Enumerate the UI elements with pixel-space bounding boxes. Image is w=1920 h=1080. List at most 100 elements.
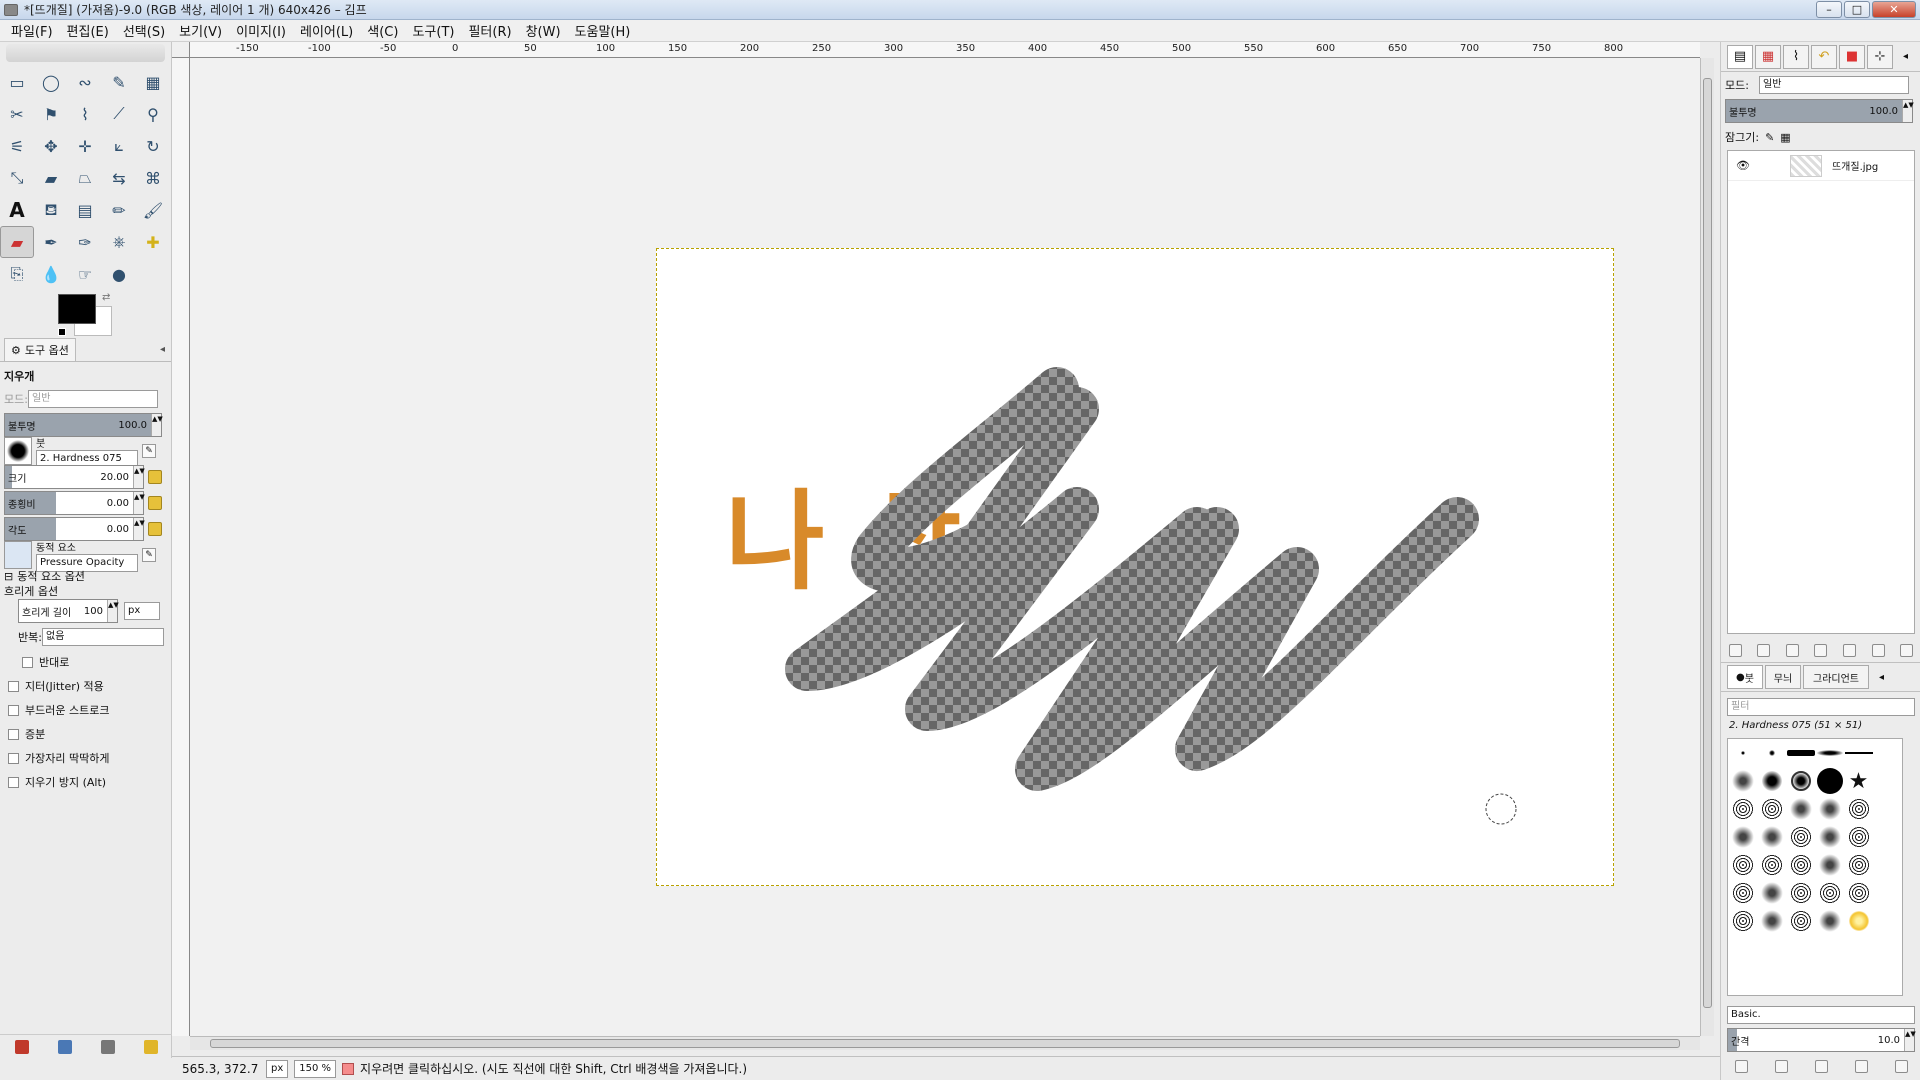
rotate-icon[interactable]: ↻ xyxy=(136,130,170,162)
rect-select-icon[interactable]: ▭ xyxy=(0,66,34,98)
vertical-scroll-thumb[interactable] xyxy=(1703,78,1712,1008)
crop-icon[interactable]: ⟀ xyxy=(102,130,136,162)
paintbrush-icon[interactable]: 🖌 xyxy=(136,194,170,226)
text-tool-icon[interactable]: A xyxy=(0,194,34,226)
aspect-slider[interactable]: 종횡비 0.00 ▲▼ xyxy=(4,491,145,515)
cage-transform-icon[interactable]: ⌘ xyxy=(136,162,170,194)
channels-tab-icon[interactable]: ▦ xyxy=(1755,44,1781,69)
brush-filter-input[interactable]: 필터 xyxy=(1727,698,1915,716)
smooth-row[interactable]: 부드러운 스트로크 xyxy=(0,698,171,722)
scale-icon[interactable]: ⤡ xyxy=(0,162,34,194)
fade-length-slider[interactable]: 흐리게 길이 100 ▲▼ xyxy=(18,599,119,623)
horizontal-scroll-thumb[interactable] xyxy=(210,1039,1680,1048)
maximize-button[interactable]: □ xyxy=(1844,1,1870,18)
new-group-icon[interactable] xyxy=(1757,643,1771,657)
lower-layer-icon[interactable] xyxy=(1814,643,1828,657)
airbrush-icon[interactable]: ✒ xyxy=(34,226,68,258)
layer-row[interactable]: 👁 뜨개질.jpg xyxy=(1728,151,1914,181)
scissors-icon[interactable]: ✂ xyxy=(0,98,34,130)
menu-filters[interactable]: 필터(R) xyxy=(461,21,518,40)
paths-icon[interactable]: ⌇ xyxy=(68,98,102,130)
clone-icon[interactable]: ⎈ xyxy=(102,226,136,258)
edit-dynamics-icon[interactable]: ✎ xyxy=(142,548,156,562)
edit-brush-icon-dock[interactable] xyxy=(1734,1059,1748,1073)
size-spinner[interactable]: ▲▼ xyxy=(133,466,145,488)
bucket-fill-icon[interactable]: ⛾ xyxy=(34,194,68,226)
repeat-select[interactable]: 없음 xyxy=(42,628,164,646)
duplicate-brush-icon[interactable] xyxy=(1814,1059,1828,1073)
delete-layer-icon[interactable] xyxy=(1900,643,1914,657)
opacity-spinner[interactable]: ▲▼ xyxy=(151,414,163,436)
vertical-scrollbar[interactable] xyxy=(1700,58,1714,1036)
brushes-tab[interactable]: ● 붓 xyxy=(1727,665,1763,689)
close-button[interactable]: ✕ xyxy=(1872,1,1916,18)
spacing-spinner[interactable]: ▲▼ xyxy=(1904,1029,1916,1051)
ellipse-select-icon[interactable]: ◯ xyxy=(34,66,68,98)
smooth-checkbox[interactable] xyxy=(8,704,19,716)
reset-options-icon[interactable] xyxy=(143,1039,158,1054)
jitter-checkbox[interactable] xyxy=(8,680,19,692)
restore-options-icon[interactable] xyxy=(57,1039,72,1054)
menu-help[interactable]: 도움말(H) xyxy=(568,21,638,40)
delete-options-icon[interactable] xyxy=(100,1039,115,1054)
opacity-slider[interactable]: 불투명 100.0 ▲▼ xyxy=(4,413,163,437)
blend-icon[interactable]: ▤ xyxy=(68,194,102,226)
perspective-icon[interactable]: ⏢ xyxy=(68,162,102,194)
smudge-icon[interactable]: ☞ xyxy=(68,258,102,290)
gradients-tab[interactable]: 그라디언트 xyxy=(1803,665,1869,689)
edit-brush-icon[interactable]: ✎ xyxy=(142,444,156,458)
heal-icon[interactable]: ✚ xyxy=(136,226,170,258)
brush-spacing-slider[interactable]: 간격 10.0 ▲▼ xyxy=(1727,1028,1916,1052)
brushes-config-icon[interactable]: ◂ xyxy=(1879,672,1884,683)
duplicate-layer-icon[interactable] xyxy=(1843,643,1857,657)
incremental-row[interactable]: 증분 xyxy=(0,722,171,746)
lock-alpha-icon[interactable]: ▦ xyxy=(1780,131,1790,144)
raise-layer-icon[interactable] xyxy=(1785,643,1799,657)
color-select-icon[interactable]: ▦ xyxy=(136,66,170,98)
menu-edit[interactable]: 편집(E) xyxy=(60,21,116,40)
vertical-ruler[interactable] xyxy=(172,58,190,1036)
foreground-color[interactable] xyxy=(58,294,96,324)
brush-grid[interactable]: ★ xyxy=(1727,738,1903,996)
brush-preset-select[interactable]: Basic. xyxy=(1727,1006,1915,1024)
hard-edge-checkbox[interactable] xyxy=(8,752,19,764)
canvas-area[interactable]: 나 상 xyxy=(190,58,1700,1036)
image-canvas[interactable]: 나 상 xyxy=(656,248,1614,886)
reverse-row[interactable]: 반대로 xyxy=(0,650,171,674)
angle-spinner[interactable]: ▲▼ xyxy=(133,518,145,540)
minimize-button[interactable]: – xyxy=(1816,1,1842,18)
new-layer-icon[interactable] xyxy=(1728,643,1742,657)
delete-brush-icon[interactable] xyxy=(1854,1059,1868,1073)
horizontal-scrollbar[interactable] xyxy=(190,1036,1700,1050)
horizontal-ruler[interactable]: -150 -100 -50 0 50 100 150 200 250 300 350 400 450 50… xyxy=(190,42,1700,58)
layer-opacity-spinner[interactable]: ▲▼ xyxy=(1902,100,1914,122)
save-options-icon[interactable] xyxy=(14,1039,29,1054)
dock-config-icon[interactable]: ◂ xyxy=(1903,51,1908,62)
dynamics-preview-icon[interactable] xyxy=(4,541,32,569)
visibility-eye-icon[interactable]: 👁 xyxy=(1736,159,1750,172)
mode-select[interactable]: 일반 xyxy=(28,390,158,408)
swap-colors-icon[interactable]: ⇄ xyxy=(102,292,110,303)
menu-view[interactable]: 보기(V) xyxy=(172,21,229,40)
anti-erase-checkbox[interactable] xyxy=(8,776,19,788)
hard-edge-row[interactable]: 가장자리 딱딱하게 xyxy=(0,746,171,770)
align-icon[interactable]: ✛ xyxy=(68,130,102,162)
color-tab-icon[interactable]: ■ xyxy=(1839,44,1865,69)
zoom-select[interactable]: 150 % xyxy=(294,1059,337,1078)
angle-slider[interactable]: 각도 0.00 ▲▼ xyxy=(4,517,145,541)
perspective-clone-icon[interactable]: ⎘ xyxy=(0,258,34,290)
ink-icon[interactable]: ✑ xyxy=(68,226,102,258)
new-brush-icon[interactable] xyxy=(1774,1059,1788,1073)
brush-preview[interactable] xyxy=(4,437,32,465)
menu-windows[interactable]: 창(W) xyxy=(519,21,568,40)
size-slider[interactable]: 크기 20.00 ▲▼ xyxy=(4,465,145,489)
tab-tool-options[interactable]: ⚙ 도구 옵션 xyxy=(4,338,76,361)
reverse-checkbox[interactable] xyxy=(22,656,33,668)
menu-tools[interactable]: 도구(T) xyxy=(405,21,461,40)
fuzzy-select-icon[interactable]: ✎ xyxy=(102,66,136,98)
anchor-layer-icon[interactable] xyxy=(1871,643,1885,657)
angle-reset-icon[interactable] xyxy=(148,522,162,536)
menu-file[interactable]: 파일(F) xyxy=(4,21,60,40)
menu-layer[interactable]: 레이어(L) xyxy=(293,21,360,40)
dodge-burn-icon[interactable]: ● xyxy=(102,258,136,290)
